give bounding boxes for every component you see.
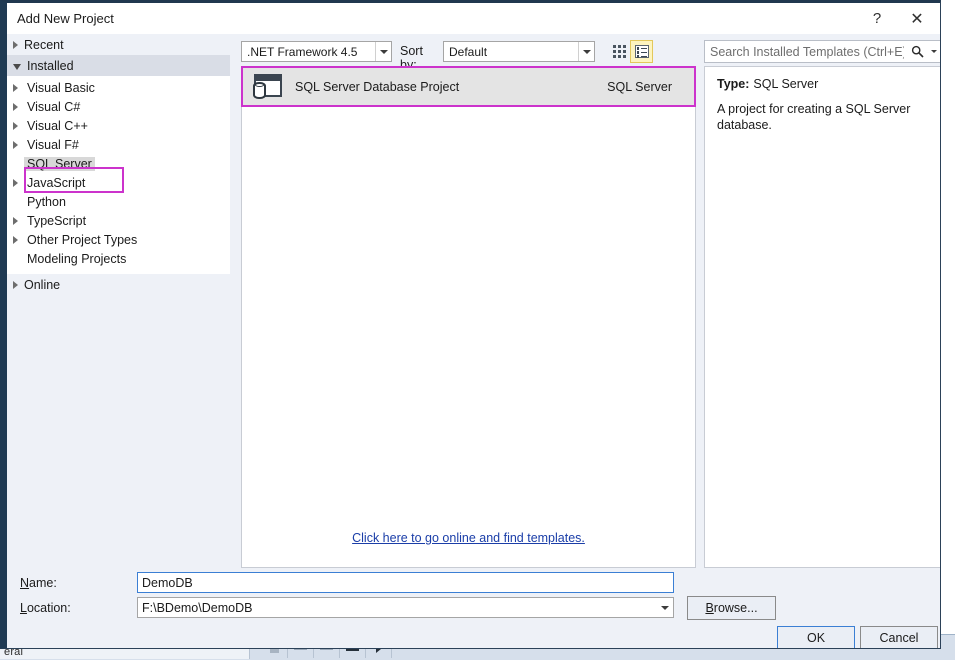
ok-button[interactable]: OK: [777, 626, 855, 648]
browse-button[interactable]: Browse...: [687, 596, 776, 620]
chevron-down-icon[interactable]: [656, 598, 673, 617]
project-location-input[interactable]: [138, 599, 656, 616]
sidebar-item-typescript[interactable]: TypeScript: [7, 211, 230, 230]
location-label-accesskey: L: [20, 601, 27, 615]
template-type-label: Type:: [717, 77, 750, 91]
grid-view-icon[interactable]: [608, 40, 631, 63]
template-categories-sidebar: Recent Installed Visual Basic Visual C# …: [7, 34, 230, 559]
chevron-right-icon: [13, 280, 18, 289]
project-name-input[interactable]: [137, 572, 674, 593]
online-templates-link-row: Click here to go online and find templat…: [242, 531, 695, 545]
add-new-project-dialog: Add New Project ? ✕ Recent Installed Vis…: [0, 0, 941, 649]
sidebar-group-label: Recent: [24, 37, 64, 52]
sidebar-item-visual-cpp[interactable]: Visual C++: [7, 116, 230, 135]
sidebar-item-label: Modeling Projects: [27, 251, 127, 266]
sidebar-group-online[interactable]: Online: [7, 274, 230, 295]
sidebar-item-visual-csharp[interactable]: Visual C#: [7, 97, 230, 116]
chevron-down-icon: [578, 42, 594, 61]
dialog-title: Add New Project: [17, 11, 114, 26]
close-icon[interactable]: ✕: [899, 3, 935, 34]
sidebar-item-label: Visual C++: [27, 118, 88, 133]
location-label-rest: ocation:: [26, 601, 71, 615]
chevron-right-icon: [13, 235, 18, 244]
sort-by-dropdown[interactable]: Default: [443, 41, 595, 62]
database-project-icon: [251, 72, 285, 102]
project-location-combobox[interactable]: [137, 597, 674, 618]
sidebar-group-recent[interactable]: Recent: [7, 34, 230, 55]
sidebar-item-sql-server[interactable]: SQL Server: [7, 154, 230, 173]
sidebar-item-javascript[interactable]: JavaScript: [7, 173, 230, 192]
chevron-right-icon: [13, 83, 18, 92]
sidebar-item-other-project-types[interactable]: Other Project Types: [7, 230, 230, 249]
chevron-right-icon: [13, 178, 18, 187]
sidebar-item-label: Visual F#: [27, 137, 79, 152]
name-label-accesskey: N: [20, 576, 30, 590]
sidebar-item-label: Visual Basic: [27, 80, 95, 95]
sidebar-item-label: Python: [27, 194, 66, 209]
template-type-value: SQL Server: [753, 77, 819, 91]
chevron-right-icon: [13, 216, 18, 225]
sidebar-group-label: Installed: [27, 58, 74, 73]
location-label: Location:: [20, 601, 71, 615]
list-view-glyph: [634, 45, 649, 58]
chevron-right-icon: [13, 102, 18, 111]
search-icon[interactable]: [906, 45, 928, 58]
name-label-rest: ame:: [29, 576, 57, 590]
chevron-right-icon: [13, 140, 18, 149]
framework-version-value: .NET Framework 4.5: [247, 44, 358, 59]
search-options-chevron-down-icon[interactable]: [928, 50, 940, 53]
sidebar-group-label: Online: [24, 277, 61, 292]
name-label: Name:: [20, 576, 57, 590]
chevron-right-icon: [13, 121, 18, 130]
template-description-panel: Type: SQL Server A project for creating a…: [704, 66, 940, 568]
chevron-right-icon: [13, 40, 18, 49]
sidebar-item-visual-basic[interactable]: Visual Basic: [7, 78, 230, 97]
sidebar-group-installed[interactable]: Installed: [7, 55, 230, 76]
template-language: SQL Server: [607, 80, 672, 94]
sidebar-item-label: SQL Server: [24, 156, 95, 171]
chevron-down-icon: [13, 63, 21, 70]
sidebar-item-modeling-projects[interactable]: Modeling Projects: [7, 249, 230, 268]
browse-label-rest: rowse...: [713, 601, 758, 615]
sort-by-value: Default: [449, 44, 488, 59]
chevron-down-icon: [375, 42, 391, 61]
dialog-title-bar: Add New Project ? ✕: [7, 3, 940, 34]
template-type-line: Type: SQL Server: [717, 77, 940, 91]
grid-view-glyph: [613, 45, 626, 58]
help-icon[interactable]: ?: [859, 3, 895, 34]
framework-version-dropdown[interactable]: .NET Framework 4.5: [241, 41, 392, 62]
sidebar-item-label: TypeScript: [27, 213, 87, 228]
template-description-text: A project for creating a SQL Server data…: [717, 102, 911, 132]
sidebar-item-label: Other Project Types: [27, 232, 138, 247]
search-templates-box[interactable]: [704, 40, 940, 63]
sidebar-item-label: JavaScript: [27, 175, 86, 190]
sidebar-item-label: Visual C#: [27, 99, 81, 114]
browse-accesskey: B: [705, 601, 714, 615]
template-list-item[interactable]: SQL Server Database Project SQL Server: [243, 68, 694, 106]
list-view-icon[interactable]: [630, 40, 653, 63]
project-details-form: Name: Location: Browse... OK Cancel: [7, 569, 940, 648]
templates-list-panel: SQL Server Database Project SQL Server C…: [241, 66, 696, 568]
sidebar-item-python[interactable]: Python: [7, 192, 230, 211]
sidebar-item-visual-fsharp[interactable]: Visual F#: [7, 135, 230, 154]
installed-categories-list: Visual Basic Visual C# Visual C++ Visual…: [7, 76, 230, 274]
online-templates-link[interactable]: Click here to go online and find templat…: [352, 531, 585, 545]
cancel-button[interactable]: Cancel: [860, 626, 938, 648]
template-name: SQL Server Database Project: [295, 80, 460, 94]
search-input[interactable]: [705, 43, 906, 60]
